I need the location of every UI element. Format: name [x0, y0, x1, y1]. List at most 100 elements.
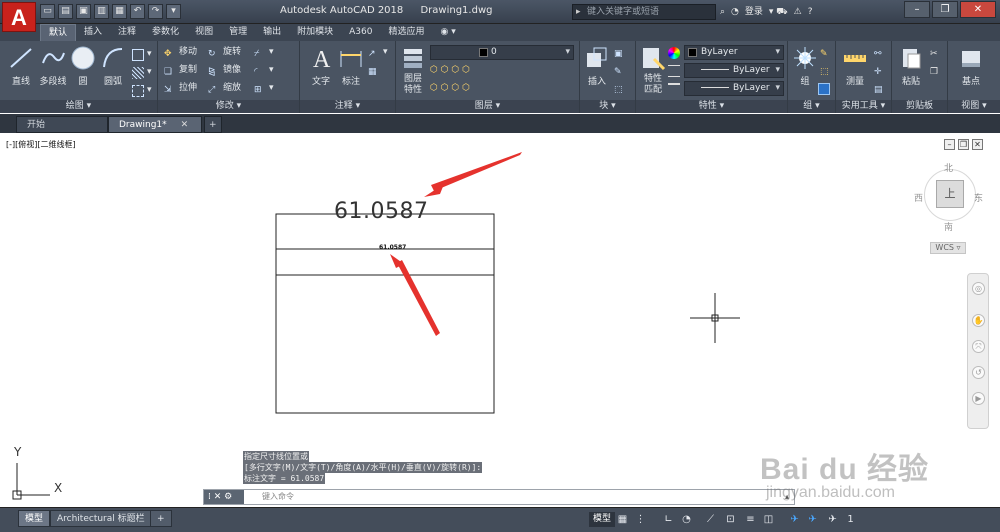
minimize-icon[interactable]: – [904, 1, 930, 18]
leader-tool[interactable]: ↗ ▾ [368, 45, 388, 60]
transparency-icon[interactable]: ◫ [762, 513, 775, 526]
new-tab-button[interactable]: + [204, 116, 222, 133]
panel-clipboard-title[interactable]: 剪贴板 [892, 100, 947, 113]
layer-dropdown[interactable]: 0 [430, 45, 574, 60]
ortho-icon[interactable]: ∟ [662, 513, 675, 526]
group-select-tool[interactable] [818, 81, 830, 96]
drawing-restore-icon[interactable]: ❐ [958, 139, 969, 150]
linetype-dropdown[interactable]: ByLayer [684, 63, 784, 78]
measure-button[interactable]: 测量 [840, 45, 870, 87]
viewcube-top-face[interactable]: 上 [936, 180, 964, 208]
tab-addins[interactable]: 附加模块 [289, 24, 341, 41]
tab-view[interactable]: 视图 [187, 24, 221, 41]
cut-tool[interactable]: ✂ [930, 45, 942, 60]
close-tab-icon[interactable]: ✕ [181, 120, 189, 130]
lineweight-icon[interactable] [668, 81, 680, 96]
rectangle-tool[interactable]: ▾ [132, 47, 152, 62]
command-input[interactable]: 键入命令 [248, 490, 778, 504]
arc-button[interactable]: 圆弧 [98, 45, 128, 87]
file-tab-drawing1[interactable]: Drawing1* ✕ [108, 116, 202, 133]
compass-east[interactable]: 东 [974, 191, 983, 204]
layout-tab-model[interactable]: 模型 [18, 510, 51, 527]
polar-icon[interactable]: ◔ [680, 513, 693, 526]
panel-properties-title[interactable]: 特性 ▾ [636, 100, 787, 113]
showmotion-icon[interactable]: ▶ [972, 392, 985, 405]
save-icon[interactable]: ▣ [76, 4, 91, 19]
panel-utilities-title[interactable]: 实用工具 ▾ [836, 100, 891, 113]
orbit-icon[interactable]: ↺ [972, 366, 985, 379]
layer-tools-row1[interactable]: ⬡ ⬡ ⬡ ⬡ [430, 63, 470, 78]
binoculars-icon[interactable]: ⌕ [720, 4, 725, 20]
stretch-tool[interactable]: ⇲ 拉伸 [164, 81, 197, 96]
rotate-tool[interactable]: ↻ 旋转 [208, 45, 241, 60]
tab-manage[interactable]: 管理 [221, 24, 255, 41]
app-menu-button[interactable]: A [2, 2, 36, 32]
array-tool[interactable]: ⊞ ▾ [254, 81, 274, 96]
viewcube[interactable]: 北 西 东 南 上 WCS ▿ [912, 161, 988, 269]
print-icon[interactable]: ▦ [112, 4, 127, 19]
panel-draw-title[interactable]: 绘图 ▾ [0, 100, 157, 113]
help-icon[interactable]: ? [808, 4, 813, 20]
line-button[interactable]: 直线 [6, 45, 36, 87]
compass-north[interactable]: 北 [944, 161, 953, 174]
table-tool[interactable]: ▦ [368, 63, 380, 78]
panel-view-title[interactable]: 视图 ▾ [948, 100, 1000, 113]
qat-dropdown-icon[interactable]: ▾ [166, 4, 181, 19]
search-input[interactable]: 键入关键字或短语 [572, 4, 716, 20]
model-space-button[interactable]: 模型 [589, 512, 616, 527]
calculator-tool[interactable]: ▤ [874, 81, 886, 96]
hatch-tool[interactable]: ▾ [132, 65, 152, 80]
drawing-minimize-icon[interactable]: – [944, 139, 955, 150]
save-as-icon[interactable]: ▥ [94, 4, 109, 19]
user-icon[interactable]: ◔ [731, 4, 739, 20]
redo-icon[interactable]: ↷ [148, 4, 163, 19]
zoom-extents-icon[interactable]: ⤧ [972, 340, 985, 353]
annotation-scale-icon[interactable]: ✈ [788, 513, 801, 526]
base-button[interactable]: 基点 [956, 45, 986, 87]
cart-icon[interactable]: ▾ ⛟ [769, 4, 788, 20]
annotation-visibility-icon[interactable]: ✈ [806, 513, 819, 526]
close-icon[interactable]: ✕ [960, 1, 996, 18]
dimension-button[interactable]: 标注 [336, 45, 366, 87]
panel-annotation-title[interactable]: 注释 ▾ [300, 100, 395, 113]
isodraft-icon[interactable]: ⟋ [704, 513, 717, 526]
text-button[interactable]: A 文字 [306, 45, 336, 87]
tab-featured-apps[interactable]: 精选应用 [380, 24, 432, 41]
linetype-icon[interactable] [668, 63, 680, 78]
dimension-text-small[interactable]: 61.0587 [379, 244, 406, 251]
new-file-icon[interactable]: ▭ [40, 4, 55, 19]
insert-button[interactable]: 插入 [582, 45, 612, 87]
color-dropdown[interactable]: ByLayer [684, 45, 784, 60]
drawing-canvas[interactable]: [-][俯视][二维线框] 61.0587 61.0587 – ❐ ✕ 北 西 … [0, 133, 1000, 507]
panel-groups-title[interactable]: 组 ▾ [788, 100, 835, 113]
create-block-tool[interactable]: ▣ [614, 45, 626, 60]
layer-tools-row2[interactable]: ⬡ ⬡ ⬡ ⬡ [430, 81, 470, 96]
tab-insert[interactable]: 插入 [76, 24, 110, 41]
grid-icon[interactable]: ▦ [616, 513, 629, 526]
tab-annotate[interactable]: 注释 [110, 24, 144, 41]
maximize-icon[interactable]: ❐ [932, 1, 958, 18]
group-edit-tool[interactable]: ⬚ [820, 63, 832, 78]
command-line-handle[interactable]: ⁞ ✕ ⚙ [204, 490, 244, 504]
mirror-tool[interactable]: ⧎ 镜像 [208, 63, 241, 78]
workspace-icon[interactable]: ✈ [826, 513, 839, 526]
snap-icon[interactable]: ⋮ [634, 513, 647, 526]
ungroup-tool[interactable]: ✎ [820, 45, 832, 60]
panel-layers-title[interactable]: 图层 ▾ [396, 100, 579, 113]
command-history-toggle-icon[interactable]: ▴ [780, 490, 794, 504]
attribute-tool[interactable]: ⬚ [614, 81, 626, 96]
point-tool[interactable]: ✛ [874, 63, 886, 78]
copy-clip-tool[interactable]: ❐ [930, 63, 942, 78]
paste-button[interactable]: 粘贴 [896, 45, 926, 87]
group-button[interactable]: 组 [790, 45, 820, 87]
signin-button[interactable]: 登录 [745, 4, 763, 20]
osnap-icon[interactable]: ⊡ [724, 513, 737, 526]
polyline-button[interactable]: 多段线 [36, 45, 70, 87]
tab-home[interactable]: 默认 [40, 24, 77, 41]
new-layout-button[interactable]: + [150, 510, 172, 527]
open-folder-icon[interactable]: ▤ [58, 4, 73, 19]
boundary-tool[interactable]: ▾ [132, 83, 152, 98]
layer-properties-button[interactable]: 图层 特性 [398, 45, 428, 96]
tab-a360[interactable]: A360 [341, 24, 380, 41]
customize-icon[interactable]: 1 [844, 513, 857, 526]
